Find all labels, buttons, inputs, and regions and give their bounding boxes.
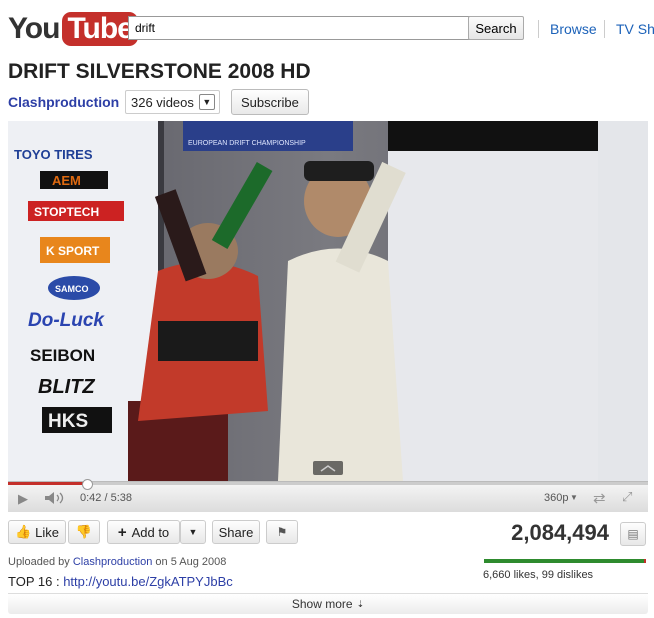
plus-icon: + (117, 523, 127, 541)
search-button[interactable]: Search (468, 16, 524, 40)
add-to-dropdown[interactable]: ▼ (180, 520, 206, 544)
video-title: DRIFT SILVERSTONE 2008 HD (8, 60, 311, 83)
sponsor-logo: STOPTECH (34, 205, 99, 219)
description-prefix: TOP 16 : (8, 574, 60, 589)
uploaded-prefix: Uploaded by (8, 556, 70, 568)
thumbs-up-icon: 👍 (14, 524, 32, 539)
chevron-down-icon: ▼ (188, 527, 198, 537)
likes-dislikes-count: 6,660 likes, 99 dislikes (483, 569, 594, 581)
sponsor-logo: HKS (48, 411, 88, 432)
channel-videos-dropdown[interactable]: 326 videos ▼ (125, 90, 220, 114)
dislikes-bar (644, 559, 646, 563)
player-controls: ▶ 0:42 / 5:38 360p ▼ ⇄ ⤢ (8, 479, 648, 512)
sponsor-logo: SAMCO (55, 284, 89, 294)
subscribe-button[interactable]: Subscribe (231, 89, 309, 115)
nav-browse[interactable]: Browse (550, 21, 597, 37)
progress-played (8, 482, 87, 485)
search-input[interactable] (128, 16, 472, 40)
view-count: 2,084,494 (511, 520, 609, 545)
chevron-down-icon: ▼ (198, 94, 215, 110)
video-description: TOP 16 : http://youtu.be/ZgkATPYJbBc (8, 574, 233, 589)
progress-bar[interactable] (8, 482, 648, 485)
show-more-button[interactable]: Show more ⇣ (8, 593, 648, 614)
dislike-button[interactable]: 👎 (68, 520, 100, 544)
scrubber-handle[interactable] (82, 479, 93, 490)
fullscreen-icon[interactable]: ⤢ (622, 489, 632, 505)
chevron-down-icon: ⇣ (356, 598, 365, 609)
likes-bar (484, 559, 644, 563)
video-player[interactable]: EUROPEAN DRIFT CHAMPIONSHIP TOYO TIRES A… (8, 121, 648, 481)
logo-tube: Tube (62, 12, 138, 46)
share-button[interactable]: Share (212, 520, 260, 544)
channel-videos-count: 326 videos (131, 94, 194, 110)
show-more-label: Show more (291, 597, 353, 611)
video-frame: EUROPEAN DRIFT CHAMPIONSHIP TOYO TIRES A… (8, 121, 648, 481)
flag-button[interactable]: ⚑ (266, 520, 298, 544)
chevron-down-icon: ▼ (570, 493, 578, 502)
sponsor-logo: BLITZ (38, 376, 95, 398)
uploader-link[interactable]: Clashproduction (73, 556, 153, 568)
nav-tv-shows[interactable]: TV Sho (616, 21, 654, 37)
channel-name[interactable]: Clashproduction (8, 94, 119, 110)
sponsor-logo: K SPORT (46, 244, 100, 258)
nav-divider (604, 20, 605, 38)
logo-you: You (8, 12, 60, 45)
banner-text: EUROPEAN DRIFT CHAMPIONSHIP (188, 140, 306, 147)
add-to-button[interactable]: + Add to (107, 520, 180, 544)
add-to-label: Add to (131, 524, 170, 540)
sponsor-logo: SEIBON (30, 346, 95, 365)
description-link[interactable]: http://youtu.be/ZgkATPYJbBc (63, 574, 233, 589)
nav-divider (538, 20, 539, 38)
like-label: Like (35, 524, 60, 540)
thumbs-down-icon: 👎 (75, 524, 93, 539)
volume-icon[interactable] (44, 491, 66, 505)
chart-icon: ▤ (627, 527, 639, 541)
time-display: 0:42 / 5:38 (80, 492, 132, 504)
sponsor-logo: TOYO TIRES (14, 147, 93, 162)
popout-icon[interactable]: ⇄ (593, 489, 606, 507)
flag-icon: ⚑ (276, 525, 288, 539)
like-button[interactable]: 👍 Like (8, 520, 66, 544)
play-icon[interactable]: ▶ (18, 491, 28, 507)
upload-date: on 5 Aug 2008 (155, 556, 227, 568)
stats-button[interactable]: ▤ (620, 522, 646, 546)
youtube-logo[interactable]: You Tube (8, 10, 138, 48)
quality-selector[interactable]: 360p (544, 492, 568, 504)
upload-info: Uploaded by Clashproduction on 5 Aug 200… (8, 556, 226, 568)
sponsor-logo: AEM (52, 173, 81, 188)
sponsor-logo: Do-Luck (28, 310, 105, 331)
